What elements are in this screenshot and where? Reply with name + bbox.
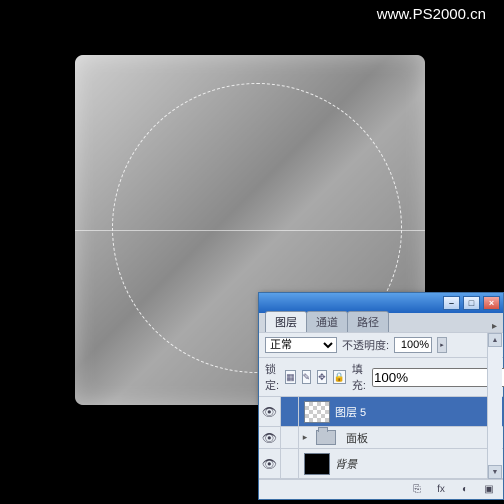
layer-name[interactable]: 面板 [346,430,368,446]
layer-name[interactable]: 背景 [335,456,357,472]
fill-label: 填充: [352,361,366,393]
opacity-input[interactable] [394,337,432,353]
panel-footer: ⎘ fx ◐ ▣ [259,479,503,499]
fill-input[interactable] [372,368,504,387]
layer-style-icon[interactable]: fx [433,483,449,497]
blend-row: 正常 不透明度: ▸ [259,332,503,357]
layer-mask-icon[interactable]: ◐ [457,483,473,497]
minimize-button[interactable]: – [443,296,460,310]
link-layers-icon[interactable]: ⎘ [409,483,425,497]
visibility-icon[interactable]: 👁 [259,449,281,478]
tab-channels[interactable]: 通道 [306,311,348,332]
visibility-icon[interactable]: 👁 [259,397,281,426]
folder-icon [316,430,336,445]
disclosure-icon[interactable]: ▸ [299,432,311,443]
layer-thumbnail[interactable] [304,401,330,423]
tab-layers[interactable]: 图层 [265,311,307,332]
layer-row[interactable]: 👁 背景 [259,449,503,479]
close-button[interactable]: × [483,296,500,310]
layer-row[interactable]: 👁 图层 5 [259,397,503,427]
layer-thumbnail[interactable] [304,453,330,475]
lock-position-icon[interactable]: ✥ [317,370,327,384]
tab-paths[interactable]: 路径 [347,311,389,332]
lock-pixels-icon[interactable]: ✎ [302,370,312,384]
opacity-label: 不透明度: [342,337,389,353]
layer-name[interactable]: 图层 5 [335,404,366,420]
blend-mode-select[interactable]: 正常 [265,337,337,353]
scrollbar[interactable]: ▲ ▼ [487,333,502,479]
panel-menu-icon[interactable]: ▸ [486,321,503,332]
panel-titlebar[interactable]: – □ × [259,293,503,313]
layer-list: 👁 图层 5 👁 ▸ 面板 👁 背景 [259,396,503,479]
new-group-icon[interactable]: ▣ [481,483,497,497]
panel-tabs: 图层 通道 路径 ▸ [259,313,503,332]
lock-transparency-icon[interactable]: ▦ [285,370,296,384]
layers-panel: – □ × 图层 通道 路径 ▸ 正常 不透明度: ▸ 锁定: ▦ ✎ ✥ 🔒 … [258,292,504,500]
scroll-down-icon[interactable]: ▼ [488,465,502,479]
opacity-flyout-icon[interactable]: ▸ [437,337,447,353]
lock-label: 锁定: [265,361,279,393]
visibility-icon[interactable]: 👁 [259,427,281,448]
scroll-up-icon[interactable]: ▲ [488,333,502,347]
lock-all-icon[interactable]: 🔒 [333,370,346,384]
maximize-button[interactable]: □ [463,296,480,310]
lock-row: 锁定: ▦ ✎ ✥ 🔒 填充: ▸ [259,357,503,396]
watermark-top: www.PS2000.cn [377,6,486,23]
layer-row[interactable]: 👁 ▸ 面板 [259,427,503,449]
